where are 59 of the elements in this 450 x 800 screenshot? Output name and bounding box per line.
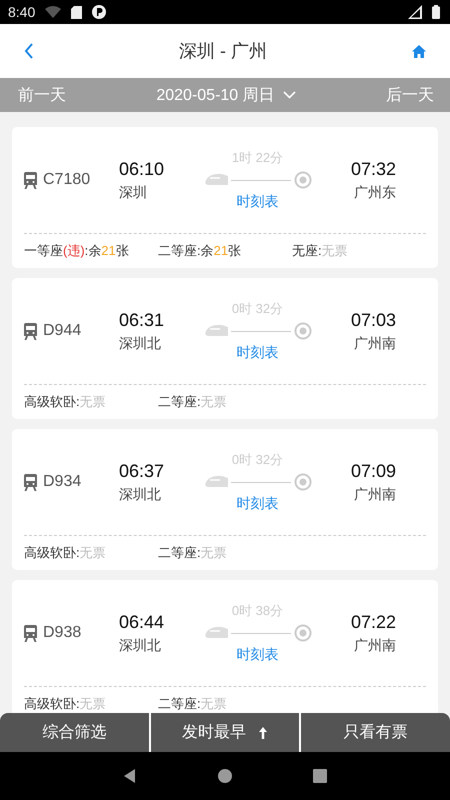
arrival-time: 07:32 (350, 158, 396, 180)
train-icon (24, 474, 37, 490)
departure-station: 深圳北 (119, 636, 162, 654)
train-number: D938 (43, 624, 82, 642)
seat-availability: 高级软卧:无票 (24, 393, 107, 411)
departure-time: 06:10 (119, 158, 166, 180)
train-number: D944 (43, 322, 82, 340)
app-notification-icon (92, 5, 106, 19)
signal-icon (408, 5, 422, 19)
timetable-link[interactable]: 时刻表 (236, 495, 278, 513)
arrow-up-icon (258, 726, 268, 740)
departure-time: 06:44 (119, 612, 166, 632)
departure-station: 深圳北 (119, 486, 162, 504)
train-icon (24, 624, 37, 642)
train-icon (24, 322, 37, 340)
seat-availability: 二等座:无票 (158, 393, 228, 411)
home-icon (412, 44, 426, 58)
seat-availability: 二等座:无票 (158, 544, 228, 562)
back-triangle-icon[interactable] (123, 769, 137, 783)
sim-card-icon (71, 6, 82, 18)
seat-availability: 高级软卧:无票 (24, 695, 107, 713)
arrival-time: 07:03 (350, 310, 396, 330)
bullet-train-icon (204, 324, 228, 338)
arrival-station: 广州东 (354, 184, 396, 202)
arrival-station: 广州南 (354, 636, 396, 654)
status-time: 8:40 (8, 4, 36, 20)
timetable-link[interactable]: 时刻表 (236, 646, 278, 664)
timetable-link[interactable]: 时刻表 (236, 344, 278, 362)
departure-station: 深圳 (119, 184, 148, 202)
departure-time: 06:37 (119, 460, 166, 482)
bullet-train-icon (204, 626, 228, 640)
bullet-train-icon (204, 475, 228, 489)
train-number: C7180 (43, 171, 90, 189)
seat-availability: 二等座:无票 (158, 695, 228, 713)
bullet-train-icon (204, 173, 228, 187)
train-number: D934 (43, 473, 82, 491)
seat-availability: 二等座:余21张 (158, 242, 242, 260)
wifi-icon (45, 6, 62, 18)
train-icon (24, 172, 37, 188)
destination-icon (294, 322, 312, 340)
arrival-station: 广州南 (354, 334, 396, 352)
departure-time: 06:31 (119, 310, 166, 330)
chevron-down-icon (282, 91, 296, 99)
home-circle-icon[interactable] (217, 768, 233, 784)
filter-tab[interactable]: 发时最早 (150, 713, 300, 752)
back-icon (24, 43, 34, 59)
page-title: 深圳 - 广州 (179, 40, 267, 63)
arrival-time: 07:09 (350, 460, 396, 482)
seat-availability: 无座:无票 (292, 242, 349, 260)
destination-icon (294, 171, 312, 189)
seat-availability: 一等座(违):余21张 (24, 242, 130, 260)
timetable-link[interactable]: 时刻表 (236, 193, 278, 211)
seat-availability: 高级软卧:无票 (24, 544, 107, 562)
battery-icon (432, 5, 440, 19)
departure-station: 深圳北 (119, 334, 162, 352)
destination-icon (294, 473, 312, 491)
arrival-station: 广州南 (354, 486, 396, 504)
arrival-time: 07:22 (350, 612, 396, 632)
destination-icon (294, 624, 312, 642)
